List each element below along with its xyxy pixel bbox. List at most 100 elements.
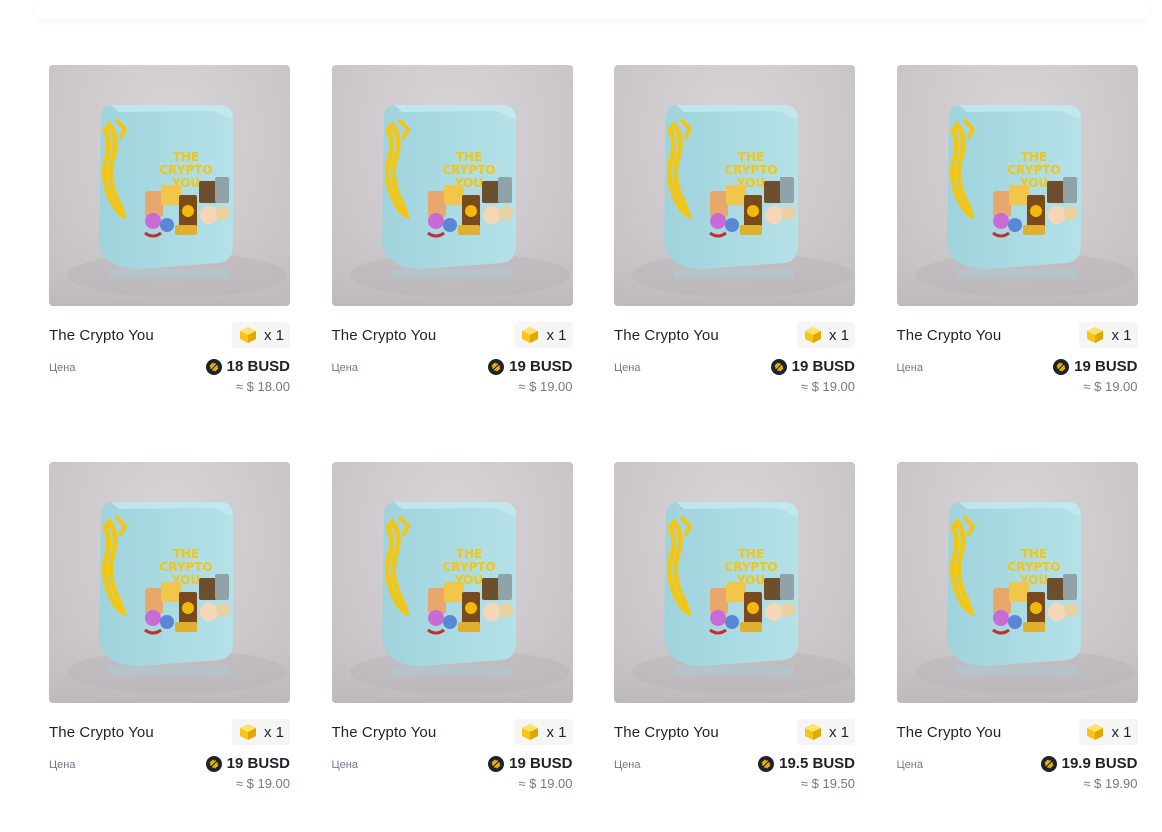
nft-card[interactable]: THE CRYPTO YOU The Crypto You x 1 Цена 1… bbox=[49, 65, 290, 462]
nft-card[interactable]: THE CRYPTO YOU The Crypto You x 1 Цена 1… bbox=[896, 65, 1138, 462]
price-value: 19 BUSD bbox=[791, 358, 855, 375]
nft-name: The Crypto You bbox=[614, 326, 719, 344]
mystery-box-artwork: THE CRYPTO YOU bbox=[49, 105, 290, 306]
svg-text:CRYPTO: CRYPTO bbox=[159, 560, 212, 574]
svg-text:THE: THE bbox=[173, 150, 199, 164]
nft-name: The Crypto You bbox=[49, 723, 154, 741]
quantity-badge: x 1 bbox=[796, 719, 855, 745]
svg-text:CRYPTO: CRYPTO bbox=[724, 560, 777, 574]
svg-text:CRYPTO: CRYPTO bbox=[442, 560, 495, 574]
busd-coin-icon bbox=[770, 358, 787, 375]
price-usd: ≈ $ 19.00 bbox=[518, 379, 573, 394]
busd-coin-icon bbox=[758, 755, 775, 772]
nft-card[interactable]: THE CRYPTO YOU The Crypto You x 1 Цена 1… bbox=[614, 65, 855, 462]
price-value: 19 BUSD bbox=[1074, 358, 1138, 375]
quantity-badge: x 1 bbox=[514, 322, 573, 348]
mystery-box-artwork: THE CRYPTO YOU bbox=[896, 105, 1138, 306]
price-label: Цена bbox=[614, 759, 641, 771]
mystery-box-artwork: THE CRYPTO YOU bbox=[614, 502, 855, 703]
price-value: 18 BUSD bbox=[226, 358, 290, 375]
mystery-box-icon bbox=[803, 722, 823, 742]
price-label: Цена bbox=[614, 362, 641, 374]
price-label: Цена bbox=[896, 759, 923, 771]
svg-text:CRYPTO: CRYPTO bbox=[159, 163, 212, 177]
price-label: Цена bbox=[331, 759, 358, 771]
nft-image[interactable]: THE CRYPTO YOU bbox=[614, 462, 855, 703]
mystery-box-icon bbox=[520, 325, 540, 345]
svg-text:CRYPTO: CRYPTO bbox=[442, 163, 495, 177]
svg-text:THE: THE bbox=[1020, 150, 1046, 164]
svg-text:THE: THE bbox=[738, 150, 764, 164]
quantity-value: x 1 bbox=[546, 723, 567, 741]
nft-image[interactable]: THE CRYPTO YOU bbox=[896, 65, 1138, 306]
nft-card[interactable]: THE CRYPTO YOU The Crypto You x 1 Цена 1… bbox=[896, 462, 1138, 832]
nft-card[interactable]: THE CRYPTO YOU The Crypto You x 1 Цена 1… bbox=[331, 65, 573, 462]
price-usd: ≈ $ 19.00 bbox=[518, 776, 573, 791]
quantity-badge: x 1 bbox=[1079, 322, 1138, 348]
nft-image[interactable]: THE CRYPTO YOU bbox=[331, 462, 573, 703]
busd-coin-icon bbox=[488, 358, 505, 375]
mystery-box-artwork: THE CRYPTO YOU bbox=[614, 105, 855, 306]
busd-coin-icon bbox=[1053, 358, 1070, 375]
mystery-box-icon bbox=[1085, 722, 1105, 742]
nft-name: The Crypto You bbox=[331, 326, 437, 344]
quantity-badge: x 1 bbox=[231, 719, 290, 745]
nft-name: The Crypto You bbox=[614, 723, 719, 741]
quantity-badge: x 1 bbox=[514, 719, 573, 745]
price-value: 19.9 BUSD bbox=[1061, 755, 1138, 772]
price-label: Цена bbox=[896, 362, 923, 374]
price-value: 19 BUSD bbox=[226, 755, 290, 772]
quantity-value: x 1 bbox=[263, 723, 284, 741]
price-usd: ≈ $ 19.00 bbox=[1083, 379, 1138, 394]
busd-coin-icon bbox=[488, 755, 505, 772]
header-bar-edge bbox=[36, 0, 1148, 18]
mystery-box-artwork: THE CRYPTO YOU bbox=[896, 502, 1138, 703]
quantity-badge: x 1 bbox=[1079, 719, 1138, 745]
nft-image[interactable]: THE CRYPTO YOU bbox=[896, 462, 1138, 703]
quantity-badge: x 1 bbox=[796, 322, 855, 348]
svg-text:CRYPTO: CRYPTO bbox=[1007, 560, 1060, 574]
svg-text:CRYPTO: CRYPTO bbox=[1007, 163, 1060, 177]
price-label: Цена bbox=[49, 362, 76, 374]
nft-image[interactable]: THE CRYPTO YOU bbox=[614, 65, 855, 306]
mystery-box-icon bbox=[238, 722, 258, 742]
price-value: 19.5 BUSD bbox=[779, 755, 855, 772]
busd-coin-icon bbox=[205, 755, 222, 772]
svg-text:THE: THE bbox=[738, 547, 764, 561]
svg-text:THE: THE bbox=[455, 150, 481, 164]
price-usd: ≈ $ 19.00 bbox=[235, 776, 290, 791]
quantity-badge: x 1 bbox=[231, 322, 290, 348]
price-usd: ≈ $ 19.90 bbox=[1083, 776, 1138, 791]
nft-image[interactable]: THE CRYPTO YOU bbox=[49, 65, 290, 306]
nft-name: The Crypto You bbox=[49, 326, 154, 344]
mystery-box-artwork: THE CRYPTO YOU bbox=[331, 502, 573, 703]
quantity-value: x 1 bbox=[1111, 326, 1132, 344]
quantity-value: x 1 bbox=[1111, 723, 1132, 741]
busd-coin-icon bbox=[1040, 755, 1057, 772]
price-usd: ≈ $ 18.00 bbox=[235, 379, 290, 394]
price-usd: ≈ $ 19.50 bbox=[800, 776, 855, 791]
mystery-box-icon bbox=[520, 722, 540, 742]
svg-text:THE: THE bbox=[455, 547, 481, 561]
mystery-box-artwork: THE CRYPTO YOU bbox=[331, 105, 573, 306]
nft-name: The Crypto You bbox=[896, 723, 1002, 741]
quantity-value: x 1 bbox=[263, 326, 284, 344]
price-value: 19 BUSD bbox=[509, 755, 573, 772]
nft-card[interactable]: THE CRYPTO YOU The Crypto You x 1 Цена 1… bbox=[49, 462, 290, 832]
quantity-value: x 1 bbox=[546, 326, 567, 344]
mystery-box-icon bbox=[238, 325, 258, 345]
mystery-box-icon bbox=[803, 325, 823, 345]
price-usd: ≈ $ 19.00 bbox=[800, 379, 855, 394]
price-value: 19 BUSD bbox=[509, 358, 573, 375]
nft-grid: THE CRYPTO YOU The Crypto You x 1 Цена 1… bbox=[49, 65, 1138, 832]
nft-name: The Crypto You bbox=[331, 723, 437, 741]
nft-image[interactable]: THE CRYPTO YOU bbox=[331, 65, 573, 306]
svg-text:THE: THE bbox=[173, 547, 199, 561]
quantity-value: x 1 bbox=[828, 326, 849, 344]
nft-card[interactable]: THE CRYPTO YOU The Crypto You x 1 Цена 1… bbox=[331, 462, 573, 832]
svg-text:CRYPTO: CRYPTO bbox=[724, 163, 777, 177]
nft-image[interactable]: THE CRYPTO YOU bbox=[49, 462, 290, 703]
mystery-box-artwork: THE CRYPTO YOU bbox=[49, 502, 290, 703]
nft-card[interactable]: THE CRYPTO YOU The Crypto You x 1 Цена 1… bbox=[614, 462, 855, 832]
price-label: Цена bbox=[331, 362, 358, 374]
